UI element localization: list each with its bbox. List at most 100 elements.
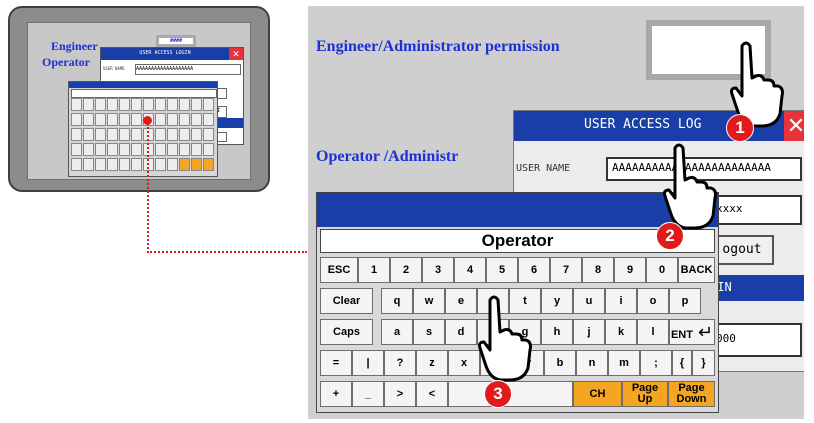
key-9[interactable]: 9: [614, 257, 646, 283]
key-i[interactable]: i: [605, 288, 637, 314]
thumb-key: [143, 98, 154, 111]
key-4[interactable]: 4: [454, 257, 486, 283]
thumb-username-field[interactable]: AAAAAAAAAAAAAAAAAAA: [135, 64, 241, 75]
thumb-key: [71, 128, 82, 141]
thumb-key: [179, 158, 190, 171]
step-marker-2: 2: [656, 222, 684, 250]
thumb-key: [203, 158, 214, 171]
operator-title: Operator /Administr: [316, 148, 459, 165]
key-1[interactable]: 1: [358, 257, 390, 283]
key-u[interactable]: u: [573, 288, 605, 314]
thumb-key: [83, 128, 94, 141]
key-page-up[interactable]: Page Up: [622, 381, 668, 407]
key-3[interactable]: 3: [422, 257, 454, 283]
thumb-key: [131, 128, 142, 141]
thumb-key: [119, 128, 130, 141]
key-less[interactable]: <: [416, 381, 448, 407]
thumb-key: [95, 113, 106, 126]
thumb-key: [155, 113, 166, 126]
key-semicolon[interactable]: ;: [640, 350, 672, 376]
key-question[interactable]: ?: [384, 350, 416, 376]
thumb-key: [191, 158, 202, 171]
thumb-close-icon[interactable]: ✕: [229, 48, 243, 60]
thumb-key: [191, 128, 202, 141]
thumb-key: [155, 143, 166, 156]
thumb-key: [131, 143, 142, 156]
key-8[interactable]: 8: [582, 257, 614, 283]
key-m[interactable]: m: [608, 350, 640, 376]
thumb-permission-field[interactable]: ####: [156, 35, 196, 47]
thumb-key: [203, 98, 214, 111]
logout-button[interactable]: ogout: [710, 235, 774, 265]
thumb-key: [155, 128, 166, 141]
thumb-dialog-title: USER ACCESS LOGIN: [101, 48, 229, 60]
thumb-key: [83, 113, 94, 126]
login-field[interactable]: 000: [710, 323, 802, 357]
key-b[interactable]: b: [544, 350, 576, 376]
thumb-key: [179, 113, 190, 126]
key-a[interactable]: a: [381, 319, 413, 345]
key-pipe[interactable]: |: [352, 350, 384, 376]
key-k[interactable]: k: [605, 319, 637, 345]
thumb-key: [179, 98, 190, 111]
key-n[interactable]: n: [576, 350, 608, 376]
key-q[interactable]: q: [381, 288, 413, 314]
engineer-permission-title: Engineer/Administrator permission: [316, 38, 560, 55]
key-j[interactable]: j: [573, 319, 605, 345]
thumb-key: [131, 98, 142, 111]
thumb-key: [83, 143, 94, 156]
key-ent[interactable]: ENT ↵: [669, 319, 715, 345]
thumb-key: [191, 113, 202, 126]
hand-pointer-icon-1: [730, 41, 784, 128]
key-l[interactable]: l: [637, 319, 669, 345]
step-marker-1: 1: [726, 114, 754, 142]
key-w[interactable]: w: [413, 288, 445, 314]
thumb-key: [107, 143, 118, 156]
key-lbrace[interactable]: {: [672, 350, 692, 376]
thumb-key: [71, 98, 82, 111]
thumb-key: [179, 143, 190, 156]
thumb-keyboard: [68, 81, 218, 177]
thumb-key: [107, 158, 118, 171]
key-p[interactable]: p: [669, 288, 701, 314]
key-0[interactable]: 0: [646, 257, 678, 283]
thumb-key: [167, 158, 178, 171]
thumb-key: [191, 98, 202, 111]
key-greater[interactable]: >: [384, 381, 416, 407]
key-5[interactable]: 5: [486, 257, 518, 283]
key-2[interactable]: 2: [390, 257, 422, 283]
thumb-key: [95, 98, 106, 111]
thumb-engineer-title: Engineer: [51, 39, 98, 53]
thumb-key: [167, 143, 178, 156]
thumb-operator-title: Operator: [42, 55, 90, 69]
thumb-key: [119, 113, 130, 126]
thumb-username-label: USER NAME: [103, 66, 125, 71]
step-marker-3: 3: [484, 380, 512, 408]
key-y[interactable]: y: [541, 288, 573, 314]
login-bar: GIN: [710, 275, 804, 301]
thumb-key: [95, 158, 106, 171]
key-plus[interactable]: +: [320, 381, 352, 407]
key-caps[interactable]: Caps: [320, 319, 373, 345]
key-7[interactable]: 7: [550, 257, 582, 283]
thumb-key: [71, 158, 82, 171]
connector-dot: [143, 116, 152, 125]
thumb-key: [203, 128, 214, 141]
key-h[interactable]: h: [541, 319, 573, 345]
thumb-key: [107, 98, 118, 111]
key-s[interactable]: s: [413, 319, 445, 345]
key-esc[interactable]: ESC: [320, 257, 358, 283]
key-equals[interactable]: =: [320, 350, 352, 376]
key-page-down[interactable]: Page Down: [668, 381, 715, 407]
hand-pointer-icon-2: [663, 143, 717, 230]
key-back[interactable]: BACK: [678, 257, 715, 283]
key-o[interactable]: o: [637, 288, 669, 314]
thumb-key: [83, 158, 94, 171]
thumb-key: [167, 98, 178, 111]
key-ch[interactable]: CH: [573, 381, 622, 407]
key-clear[interactable]: Clear: [320, 288, 373, 314]
key-6[interactable]: 6: [518, 257, 550, 283]
key-rbrace[interactable]: }: [692, 350, 715, 376]
key-underscore[interactable]: _: [352, 381, 384, 407]
key-z[interactable]: z: [416, 350, 448, 376]
